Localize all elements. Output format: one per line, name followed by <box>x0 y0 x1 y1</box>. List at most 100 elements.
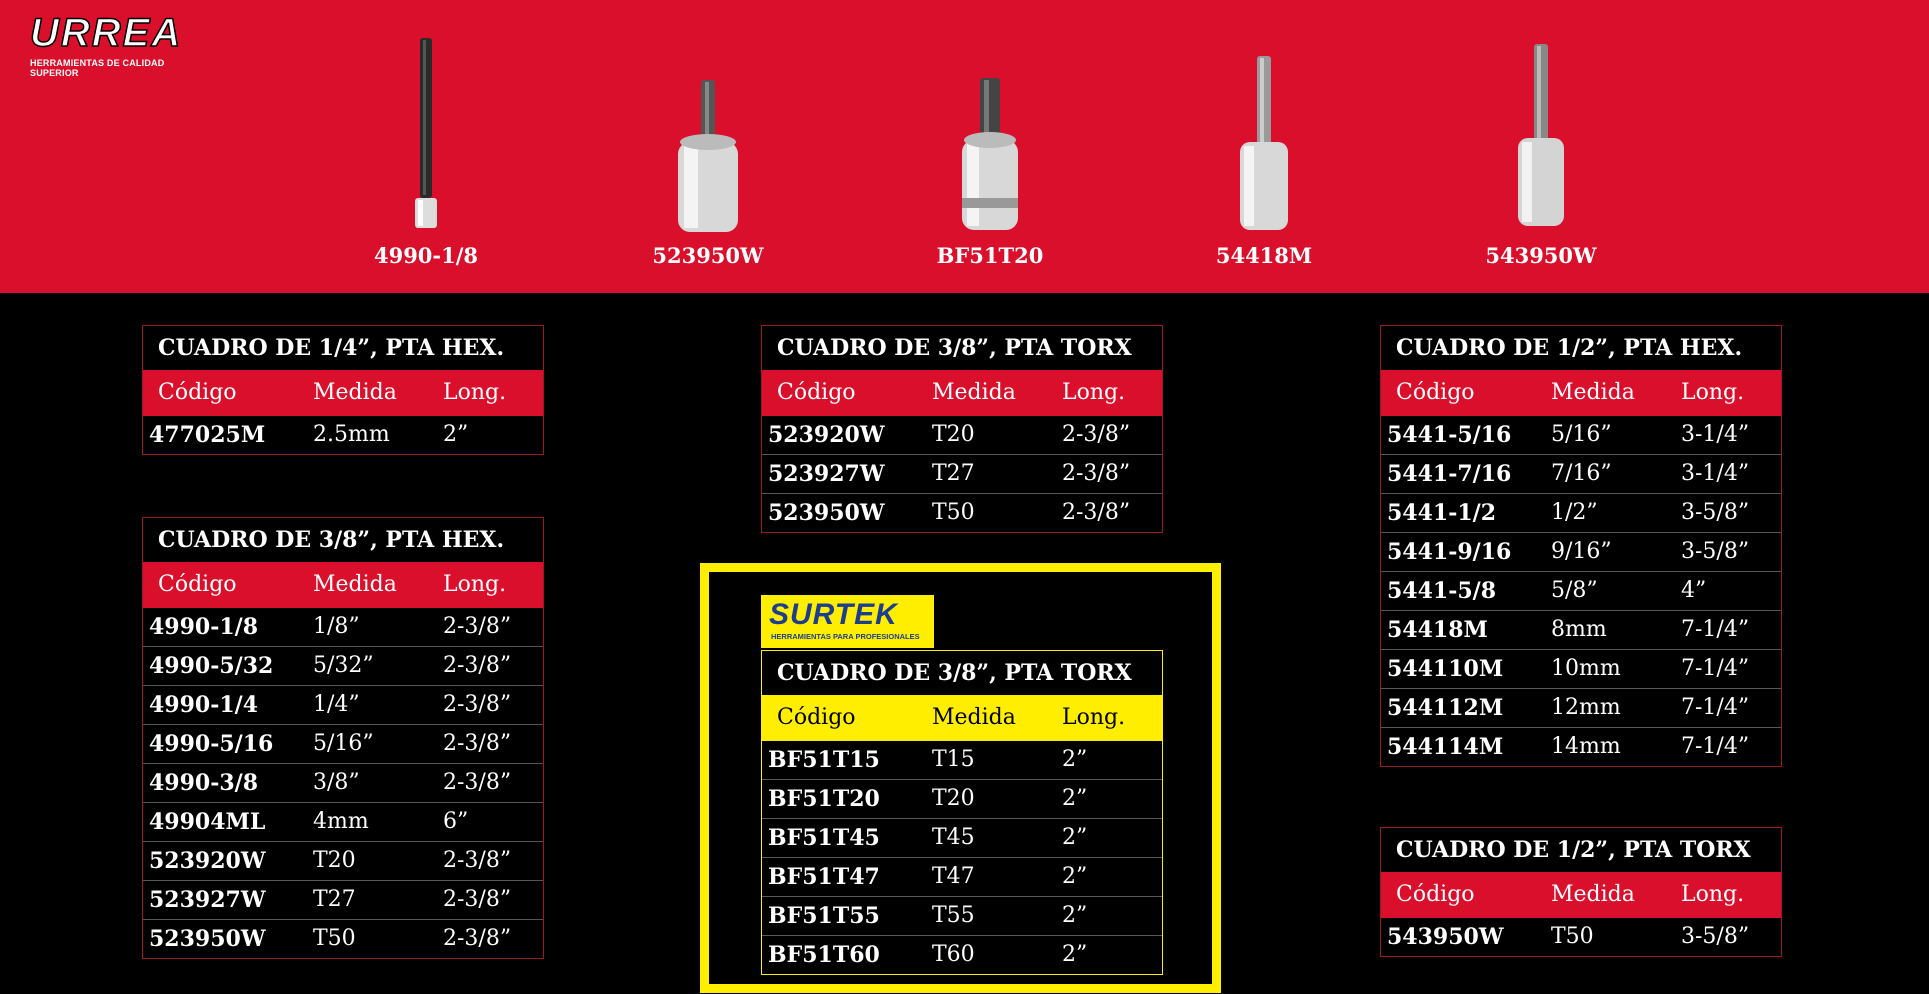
column-header-size: Medida <box>313 572 397 597</box>
product-card[interactable]: 523950W <box>628 30 788 280</box>
size-cell: T27 <box>313 887 356 912</box>
column-header-code: Código <box>1396 380 1475 405</box>
length-cell: 2” <box>1062 747 1088 772</box>
table-row: 4990-1/4 1/4” 2-3/8” <box>143 685 543 724</box>
table-title: CUADRO DE 1/2”, PTA HEX. <box>1396 335 1743 361</box>
hex-bit-socket-image <box>1240 56 1288 230</box>
length-cell: 2-3/8” <box>443 653 512 678</box>
table-row: 523927W T27 2-3/8” <box>143 880 543 919</box>
code-cell: 523920W <box>149 848 266 874</box>
column-header-length: Long. <box>1681 380 1745 405</box>
spec-table-surtek-torx: CUADRO DE 3/8”, PTA TORX Código Medida L… <box>761 650 1163 975</box>
column-header-length: Long. <box>1062 705 1126 730</box>
table-row: BF51T47 T47 2” <box>762 857 1162 896</box>
size-cell: 2.5mm <box>313 422 390 447</box>
product-card[interactable]: 543950W <box>1461 30 1621 280</box>
table-row: BF51T45 T45 2” <box>762 818 1162 857</box>
spec-table-three-eighths-hex: CUADRO DE 3/8”, PTA HEX. Código Medida L… <box>142 517 544 959</box>
code-cell: 4990-5/32 <box>149 653 274 679</box>
product-card[interactable]: 4990-1/8 <box>346 30 506 280</box>
table-body: 477025M 2.5mm 2” <box>143 416 543 454</box>
product-card[interactable]: 54418M <box>1184 30 1344 280</box>
table-body: 543950W T50 3-5/8” <box>1381 918 1781 956</box>
table-row: 544110M 10mm 7-1/4” <box>1381 649 1781 688</box>
table-header: Código Medida Long. <box>1381 370 1781 416</box>
product-code: 4990-1/8 <box>373 243 479 268</box>
size-cell: 1/8” <box>313 614 360 639</box>
logo-tagline: HERRAMIENTAS DE CALIDAD SUPERIOR <box>30 58 165 78</box>
table-header: Código Medida Long. <box>762 695 1162 741</box>
code-cell: 544114M <box>1387 734 1504 760</box>
table-row: 544114M 14mm 7-1/4” <box>1381 727 1781 766</box>
code-cell: 523927W <box>768 461 885 487</box>
size-cell: 1/4” <box>313 692 360 717</box>
length-cell: 2” <box>1062 786 1088 811</box>
code-cell: 5441-1/2 <box>1387 500 1497 526</box>
length-cell: 2-3/8” <box>1062 500 1131 525</box>
table-body: 523920W T20 2-3/8” 523927W T27 2-3/8” 523950W T… <box>762 416 1162 532</box>
table-row: BF51T60 T60 2” <box>762 935 1162 974</box>
table-body: BF51T15 T15 2” BF51T20 T20 2” BF51T45 T45 2” BF51… <box>762 741 1162 974</box>
length-cell: 2-3/8” <box>443 731 512 756</box>
code-cell: 523927W <box>149 887 266 913</box>
code-cell: 5441-5/16 <box>1387 422 1512 448</box>
length-cell: 2-3/8” <box>443 770 512 795</box>
code-cell: 5441-7/16 <box>1387 461 1512 487</box>
length-cell: 7-1/4” <box>1681 695 1750 720</box>
table-row: 543950W T50 3-5/8” <box>1381 918 1781 956</box>
code-cell: 523950W <box>149 926 266 952</box>
length-cell: 7-1/4” <box>1681 617 1750 642</box>
size-cell: 5/8” <box>1551 578 1598 603</box>
length-cell: 4” <box>1681 578 1707 603</box>
spec-table-half-torx: CUADRO DE 1/2”, PTA TORX Código Medida L… <box>1380 827 1782 957</box>
size-cell: 12mm <box>1551 695 1621 720</box>
code-cell: 4990-5/16 <box>149 731 274 757</box>
product-code: BF51T20 <box>936 243 1044 268</box>
size-cell: T50 <box>1551 924 1594 949</box>
table-header: Código Medida Long. <box>1381 872 1781 918</box>
spec-table-three-eighths-torx: CUADRO DE 3/8”, PTA TORX Código Medida L… <box>761 325 1163 533</box>
column-header-code: Código <box>777 705 856 730</box>
table-title: CUADRO DE 1/2”, PTA TORX <box>1396 837 1751 863</box>
table-row: 523950W T50 2-3/8” <box>143 919 543 958</box>
size-cell: 5/32” <box>313 653 374 678</box>
length-cell: 7-1/4” <box>1681 656 1750 681</box>
size-cell: T50 <box>313 926 356 951</box>
table-row: 5441-9/16 9/16” 3-5/8” <box>1381 532 1781 571</box>
table-row: 5441-1/2 1/2” 3-5/8” <box>1381 493 1781 532</box>
size-cell: 10mm <box>1551 656 1621 681</box>
table-row: 523920W T20 2-3/8” <box>143 841 543 880</box>
spec-table-quarter-hex: CUADRO DE 1/4”, PTA HEX. Código Medida L… <box>142 325 544 455</box>
length-cell: 2-3/8” <box>443 614 512 639</box>
length-cell: 2” <box>1062 864 1088 889</box>
torx-bit-socket-image <box>962 78 1018 230</box>
table-header: Código Medida Long. <box>143 562 543 608</box>
table-row: 4990-5/32 5/32” 2-3/8” <box>143 646 543 685</box>
code-cell: 544110M <box>1387 656 1504 682</box>
table-row: 523927W T27 2-3/8” <box>762 454 1162 493</box>
table-body: 5441-5/16 5/16” 3-1/4” 5441-7/16 7/16” 3-1/4”… <box>1381 416 1781 766</box>
column-header-code: Código <box>158 572 237 597</box>
size-cell: T20 <box>932 422 975 447</box>
size-cell: 1/2” <box>1551 500 1598 525</box>
table-title: CUADRO DE 3/8”, PTA TORX <box>777 660 1132 686</box>
length-cell: 3-5/8” <box>1681 539 1750 564</box>
table-row: 5441-5/8 5/8” 4” <box>1381 571 1781 610</box>
code-cell: BF51T55 <box>768 903 880 929</box>
size-cell: 5/16” <box>313 731 374 756</box>
table-row: 49904ML 4mm 6” <box>143 802 543 841</box>
table-row: 5441-5/16 5/16” 3-1/4” <box>1381 416 1781 454</box>
column-header-length: Long. <box>443 572 507 597</box>
code-cell: 4990-3/8 <box>149 770 259 796</box>
code-cell: 544112M <box>1387 695 1504 721</box>
product-code: 54418M <box>1215 243 1313 268</box>
size-cell: T27 <box>932 461 975 486</box>
surtek-wordmark: SURTEK <box>769 598 898 631</box>
length-cell: 3-5/8” <box>1681 500 1750 525</box>
product-card[interactable]: BF51T20 <box>910 30 1070 280</box>
length-cell: 2-3/8” <box>443 926 512 951</box>
length-cell: 2” <box>1062 903 1088 928</box>
table-title: CUADRO DE 1/4”, PTA HEX. <box>158 335 505 361</box>
length-cell: 2” <box>443 422 469 447</box>
spec-table-half-hex: CUADRO DE 1/2”, PTA HEX. Código Medida L… <box>1380 325 1782 767</box>
